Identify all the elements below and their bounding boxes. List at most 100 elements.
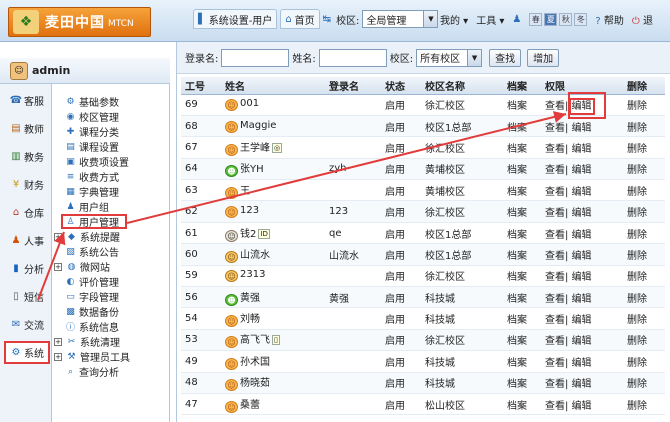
file-link[interactable]: 档案 (503, 158, 541, 181)
file-link[interactable]: 档案 (503, 94, 541, 116)
view-link[interactable]: 查看 (545, 144, 565, 155)
table-row[interactable]: 64 ☻ 张YH zyh 启用 黄埔校区 档案 查看| 编辑 删除 (181, 158, 665, 181)
view-link[interactable]: 查看 (545, 230, 565, 241)
submenu-item-15[interactable]: ⓘ 系统信息 (52, 319, 169, 334)
my-menu[interactable]: 我的 ▾ (440, 12, 468, 27)
expand-icon[interactable]: + (54, 262, 62, 271)
delete-link[interactable]: 删除 (623, 372, 665, 394)
cell-name[interactable]: ☻ 黄强 (221, 286, 325, 309)
nav-item-7[interactable]: ▯ 短信 (0, 285, 51, 308)
add-user-button[interactable]: 增加 (527, 48, 560, 67)
campus-filter-select[interactable]: 所有校区 ▼ (416, 48, 483, 67)
file-link[interactable]: 档案 (503, 115, 541, 138)
edit-link[interactable]: 编辑 (572, 123, 592, 134)
submenu-item-2[interactable]: ✚ 课程分类 (52, 124, 169, 140)
nav-item-5[interactable]: ♟ 人事 (0, 229, 51, 252)
person-icon[interactable]: ♟ (512, 14, 521, 25)
submenu-item-13[interactable]: ▭ 字段管理 (52, 289, 169, 305)
edit-link[interactable]: 编辑 (572, 315, 592, 326)
table-row[interactable]: 56 ☻ 黄强 黄强 启用 科技城 档案 查看| 编辑 删除 (181, 286, 665, 309)
file-link[interactable]: 档案 (503, 265, 541, 288)
view-link[interactable]: 查看 (545, 165, 565, 176)
avatar[interactable]: ☺ (10, 61, 28, 80)
file-link[interactable]: 档案 (503, 222, 541, 245)
cell-name[interactable]: ☺ 王 (221, 179, 325, 202)
nav-item-0[interactable]: ☎ 客服 (0, 89, 51, 112)
delete-link[interactable]: 删除 (623, 265, 665, 288)
submenu-item-14[interactable]: ▩ 数据备份 (52, 304, 169, 320)
edit-link[interactable]: 编辑 (572, 336, 592, 347)
cell-name[interactable]: ☻ 张YH (221, 158, 325, 181)
edit-link[interactable]: 编辑 (572, 165, 592, 176)
delete-link[interactable]: 删除 (623, 115, 665, 138)
file-link[interactable]: 档案 (503, 307, 541, 330)
nav-item-3[interactable]: ¥ 财务 (0, 173, 51, 196)
table-row[interactable]: 61 ☺ 钱2 ID qe 启用 校区1总部 档案 查看| 编辑 删除 (181, 222, 665, 245)
edit-link[interactable]: 编辑 (572, 251, 592, 262)
cell-name[interactable]: ☺ 高飞飞 ▯ (221, 329, 325, 352)
delete-link[interactable]: 删除 (623, 200, 665, 223)
edit-link[interactable]: 编辑 (572, 272, 592, 283)
view-link[interactable]: 查看 (545, 272, 565, 283)
app-logo[interactable]: ❖ 麦田中国 MTCN (8, 7, 151, 37)
submenu-item-10[interactable]: ▧ 系统公告 (52, 244, 169, 260)
edit-link[interactable]: 编辑 (572, 401, 592, 412)
delete-link[interactable]: 删除 (623, 393, 665, 416)
cell-name[interactable]: ☺ 2313 (221, 265, 325, 288)
delete-link[interactable]: 删除 (623, 222, 665, 245)
submenu-item-6[interactable]: ▦ 字典管理 (52, 184, 169, 200)
file-link[interactable]: 档案 (503, 179, 541, 202)
tab-system-settings[interactable]: ▌ 系统设置-用户 (193, 9, 278, 29)
edit-link[interactable]: 编辑 (572, 379, 592, 390)
file-link[interactable]: 档案 (503, 243, 541, 266)
table-row[interactable]: 63 ☺ 王 启用 黄埔校区 档案 查看| 编辑 删除 (181, 179, 665, 202)
cell-name[interactable]: ☺ 001 (221, 94, 325, 116)
file-link[interactable]: 档案 (503, 393, 541, 416)
submenu-item-17[interactable]: + ⚒ 管理员工具 (52, 349, 169, 364)
view-link[interactable]: 查看 (545, 123, 565, 134)
submenu-item-12[interactable]: ◐ 评价管理 (52, 274, 169, 290)
edit-link[interactable]: 编辑 (572, 208, 592, 219)
tab-home[interactable]: ⌂ 首页 (280, 9, 320, 29)
submenu-item-16[interactable]: + ✂ 系统清理 (52, 334, 169, 349)
cell-name[interactable]: ☺ 孙术国 (221, 350, 325, 373)
delete-link[interactable]: 删除 (623, 136, 665, 159)
file-link[interactable]: 档案 (503, 200, 541, 223)
view-link[interactable]: 查看 (545, 294, 565, 305)
submenu-item-0[interactable]: ⚙ 基础参数 (52, 94, 169, 110)
table-row[interactable]: 49 ☺ 孙术国 启用 科技城 档案 查看| 编辑 删除 (181, 350, 665, 373)
submenu-item-1[interactable]: ◉ 校区管理 (52, 109, 169, 125)
nav-item-8[interactable]: ✉ 交流 (0, 313, 51, 336)
season-autumn[interactable]: 秋 (559, 13, 573, 26)
delete-link[interactable]: 删除 (623, 179, 665, 202)
table-row[interactable]: 62 ☺ 123 123 启用 徐汇校区 档案 查看| 编辑 删除 (181, 200, 665, 223)
delete-link[interactable]: 删除 (623, 94, 665, 116)
table-row[interactable]: 54 ☺ 刘畅 启用 科技城 档案 查看| 编辑 删除 (181, 307, 665, 330)
cell-name[interactable]: ☺ 钱2 ID (221, 222, 325, 245)
cell-name[interactable]: ☺ Maggie (221, 115, 325, 138)
table-row[interactable]: 59 ☺ 2313 启用 徐汇校区 档案 查看| 编辑 删除 (181, 265, 665, 288)
expand-icon[interactable]: + (54, 232, 62, 241)
expand-icon[interactable]: + (54, 352, 62, 361)
submenu-item-18[interactable]: ⌕ 查询分析 (52, 364, 169, 380)
nav-item-4[interactable]: ⌂ 仓库 (0, 201, 51, 224)
exit-link[interactable]: ⏻ 退 (632, 12, 653, 27)
cell-name[interactable]: ☺ 山流水 (221, 243, 325, 266)
edit-link[interactable]: 编辑 (572, 294, 592, 305)
view-link[interactable]: 查看 (545, 358, 565, 369)
cell-name[interactable]: ☺ 刘畅 (221, 307, 325, 330)
cell-name[interactable]: ☺ 123 (221, 200, 325, 223)
submenu-item-4[interactable]: ▣ 收费项设置 (52, 154, 169, 170)
view-link[interactable]: 查看 (545, 336, 565, 347)
cell-name[interactable]: ☺ 杨晓茹 (221, 372, 325, 394)
submenu-item-3[interactable]: ▤ 课程设置 (52, 139, 169, 155)
submenu-item-11[interactable]: + ◍ 微网站 (52, 259, 169, 274)
delete-link[interactable]: 删除 (623, 243, 665, 266)
edit-link[interactable]: 编辑 (572, 144, 592, 155)
view-link[interactable]: 查看 (545, 379, 565, 390)
delete-link[interactable]: 删除 (623, 158, 665, 181)
table-row[interactable]: 53 ☺ 高飞飞 ▯ 启用 徐汇校区 档案 查看| 编辑 删除 (181, 329, 665, 352)
season-spring[interactable]: 春 (529, 13, 543, 26)
arrows-icon[interactable]: ↹ (323, 14, 331, 25)
cell-name[interactable]: ☺ 王学峰 ◎ (221, 136, 325, 159)
